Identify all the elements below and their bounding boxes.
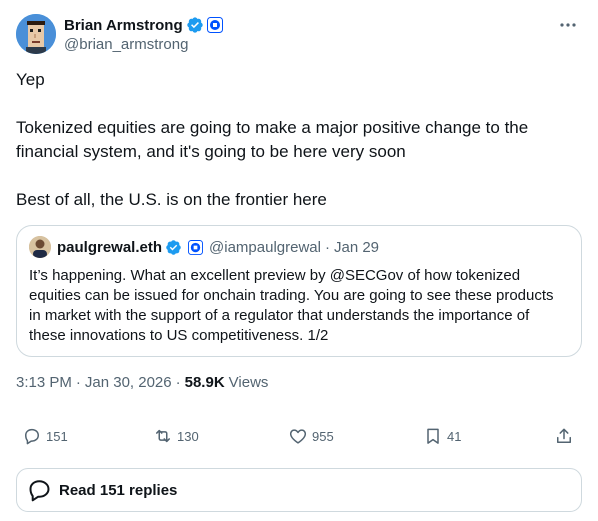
quoted-tweet[interactable]: paulgrewal.eth @iampaulgrewal · Jan 29 I… [16, 225, 582, 357]
coinbase-affiliate-icon[interactable] [188, 239, 204, 255]
bookmark-icon [427, 428, 439, 444]
more-options-icon[interactable] [558, 16, 578, 34]
tweet-paragraph: Best of all, the U.S. is on the frontier… [16, 190, 327, 209]
quote-date[interactable]: Jan 29 [334, 239, 379, 256]
bookmark-button[interactable]: 41 [423, 421, 461, 451]
quote-avatar-icon [29, 236, 51, 258]
tweet-date[interactable]: Jan 30, 2026 [85, 374, 172, 391]
repost-button[interactable]: 130 [153, 421, 199, 451]
read-replies-label: Read 151 replies [59, 481, 178, 499]
heart-icon [289, 429, 307, 444]
views-label: Views [228, 374, 269, 391]
quote-text: It’s happening. What an excellent previe… [29, 267, 554, 344]
author-handle[interactable]: @brian_armstrong [64, 36, 223, 53]
like-count: 955 [312, 428, 334, 444]
tweet-header: Brian Armstrong @brian_armstrong [16, 12, 582, 56]
tweet-time[interactable]: 3:13 PM [16, 374, 72, 391]
pixel-punk-avatar-icon [16, 14, 56, 54]
author-display-name[interactable]: Brian Armstrong [64, 17, 183, 34]
repost-icon [156, 429, 170, 443]
tweet-meta: 3:13 PM · Jan 30, 2026 · 58.9K Views [16, 374, 268, 391]
action-bar: 151 130 955 41 [16, 421, 582, 451]
reply-button[interactable]: 151 [22, 421, 68, 451]
tweet-paragraph: Tokenized equities are going to make a m… [16, 118, 529, 161]
tweet-paragraph: Yep [16, 70, 45, 89]
verified-badge-icon[interactable] [165, 239, 182, 256]
tweet-body: Yep Tokenized equities are going to make… [16, 68, 582, 212]
quote-author-handle[interactable]: @iampaulgrewal [209, 239, 321, 256]
separator-dot: · [324, 238, 330, 256]
bookmark-count: 41 [447, 428, 462, 444]
views-count: 58.9K [184, 374, 225, 391]
reply-count: 151 [46, 428, 68, 444]
author-avatar[interactable] [16, 14, 56, 54]
quote-author-avatar[interactable] [29, 236, 51, 258]
reply-icon [25, 428, 39, 445]
repost-count: 130 [177, 428, 199, 444]
replies-bubble-icon [29, 480, 50, 502]
separator-dot: · [75, 374, 81, 391]
separator-dot: · [175, 374, 181, 391]
read-replies-button[interactable]: Read 151 replies [16, 468, 582, 512]
share-button[interactable] [554, 421, 574, 451]
quote-author-name[interactable]: paulgrewal.eth [57, 239, 162, 256]
verified-badge-icon[interactable] [186, 16, 204, 34]
like-button[interactable]: 955 [288, 421, 334, 451]
coinbase-affiliate-icon[interactable] [206, 17, 223, 33]
share-icon [557, 428, 571, 443]
